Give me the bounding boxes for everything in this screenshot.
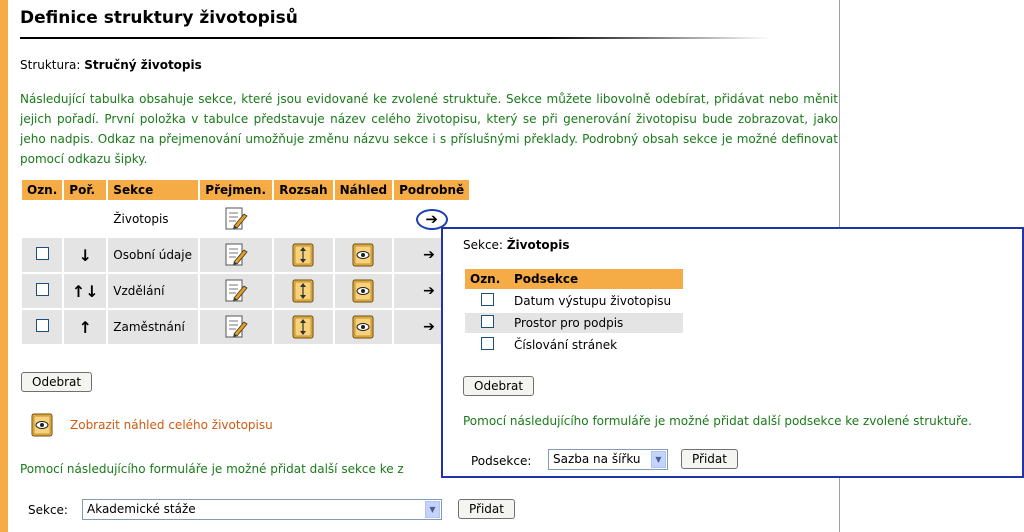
eye-book-icon[interactable] bbox=[351, 278, 375, 304]
popup-add-button[interactable]: Přidat bbox=[681, 449, 738, 469]
title-underline bbox=[20, 37, 770, 39]
page-title: Definice struktury životopisů bbox=[20, 8, 298, 28]
structure-label: Struktura: bbox=[20, 58, 81, 72]
right-arrow-icon[interactable]: ➔ bbox=[423, 247, 435, 263]
sections-table: Ozn. Poř. Sekce Přejmen. Rozsah Náhled P… bbox=[20, 178, 471, 346]
row-checkbox[interactable] bbox=[35, 283, 49, 296]
section-select[interactable]: Akademické stáže ▼ bbox=[82, 499, 442, 520]
col-header-sekce: Sekce bbox=[108, 180, 199, 200]
range-book-icon[interactable] bbox=[291, 278, 315, 304]
sections-header-row: Ozn. Poř. Sekce Přejmen. Rozsah Náhled P… bbox=[22, 180, 470, 200]
section-select-value: Akademické stáže bbox=[87, 502, 196, 516]
row-checkbox[interactable] bbox=[480, 293, 494, 306]
popup-section-line: Sekce: Životopis bbox=[463, 238, 570, 252]
section-name: Vzdělání bbox=[108, 274, 199, 308]
form-note: Pomocí následujícího formuláře je možné … bbox=[20, 462, 404, 476]
col-header-prejmen: Přejmen. bbox=[200, 180, 273, 200]
range-book-icon[interactable] bbox=[291, 314, 315, 340]
subsection-header-row: Ozn. Podsekce bbox=[465, 269, 683, 289]
col-header-ozn: Ozn. bbox=[22, 180, 63, 200]
row-checkbox[interactable] bbox=[480, 315, 494, 328]
col-header-nahled: Náhled bbox=[334, 180, 393, 200]
remove-button[interactable]: Odebrat bbox=[21, 372, 93, 392]
intro-text: Následující tabulka obsahuje sekce, kter… bbox=[20, 92, 838, 166]
table-row: ↑ Zaměstnání ➔ bbox=[22, 310, 470, 344]
range-book-icon[interactable] bbox=[291, 242, 315, 268]
edit-document-icon[interactable] bbox=[224, 314, 248, 340]
table-row: Datum výstupu životopisu bbox=[465, 291, 683, 311]
subsection-table: Ozn. Podsekce Datum výstupu životopisu P… bbox=[465, 267, 683, 357]
right-arrow-icon[interactable]: ➔ bbox=[423, 283, 435, 299]
edit-document-icon[interactable] bbox=[224, 278, 248, 304]
table-row: ↑↓ Vzdělání ➔ bbox=[22, 274, 470, 308]
chevron-down-icon[interactable]: ▼ bbox=[425, 501, 440, 518]
right-arrow-icon[interactable]: ➔ bbox=[423, 319, 435, 335]
popup-note: Pomocí následujícího formuláře je možné … bbox=[463, 414, 972, 428]
table-row: Prostor pro podpis bbox=[465, 313, 683, 333]
popup-section-value: Životopis bbox=[506, 238, 570, 252]
popup-section-label: Sekce: bbox=[463, 238, 503, 252]
subsection-name: Číslování stránek bbox=[514, 338, 618, 352]
table-row: Číslování stránek bbox=[465, 335, 683, 355]
col-header-ozn: Ozn. bbox=[465, 269, 509, 289]
col-header-rozsah: Rozsah bbox=[274, 180, 333, 200]
col-header-por: Poř. bbox=[64, 180, 107, 200]
col-header-podrobne: Podrobně bbox=[394, 180, 470, 200]
order-arrows[interactable]: ↑ bbox=[64, 310, 107, 344]
table-row: ↓ Osobní údaje ➔ bbox=[22, 238, 470, 272]
edit-document-icon[interactable] bbox=[224, 242, 248, 268]
order-arrows[interactable]: ↓ bbox=[64, 238, 107, 272]
subsection-name: Datum výstupu životopisu bbox=[514, 294, 672, 308]
row-checkbox[interactable] bbox=[480, 337, 494, 350]
subsection-select[interactable]: Sazba na šířku ▼ bbox=[548, 449, 668, 470]
section-name: Osobní údaje bbox=[108, 238, 199, 272]
left-accent-bar bbox=[0, 0, 8, 532]
eye-book-icon[interactable] bbox=[351, 314, 375, 340]
edit-document-icon[interactable] bbox=[224, 206, 248, 232]
eye-book-icon bbox=[30, 412, 54, 438]
col-header-podsekce: Podsekce bbox=[509, 269, 683, 289]
eye-book-icon[interactable] bbox=[351, 242, 375, 268]
chevron-down-icon[interactable]: ▼ bbox=[651, 451, 666, 468]
row-checkbox[interactable] bbox=[35, 247, 49, 260]
structure-line: Struktura: Stručný životopis bbox=[20, 58, 202, 72]
subsection-select-label: Podsekce: bbox=[471, 454, 532, 468]
add-section-button[interactable]: Přidat bbox=[458, 499, 515, 519]
section-name: Zaměstnání bbox=[108, 310, 199, 344]
table-row: Životopis ➔ bbox=[22, 202, 469, 236]
row-checkbox[interactable] bbox=[35, 319, 49, 332]
subsection-select-value: Sazba na šířku bbox=[553, 452, 641, 466]
preview-link[interactable]: Zobrazit náhled celého životopisu bbox=[30, 412, 273, 438]
subsection-popup: Sekce: Životopis Ozn. Podsekce Datum výs… bbox=[441, 227, 1024, 478]
subsection-name: Prostor pro podpis bbox=[509, 313, 683, 333]
section-select-label: Sekce: bbox=[28, 503, 68, 517]
preview-link-text[interactable]: Zobrazit náhled celého životopisu bbox=[70, 418, 273, 432]
structure-value: Stručný životopis bbox=[84, 58, 202, 72]
popup-remove-button[interactable]: Odebrat bbox=[463, 376, 535, 396]
order-arrows[interactable]: ↑↓ bbox=[64, 274, 107, 308]
section-name: Životopis bbox=[113, 212, 169, 226]
